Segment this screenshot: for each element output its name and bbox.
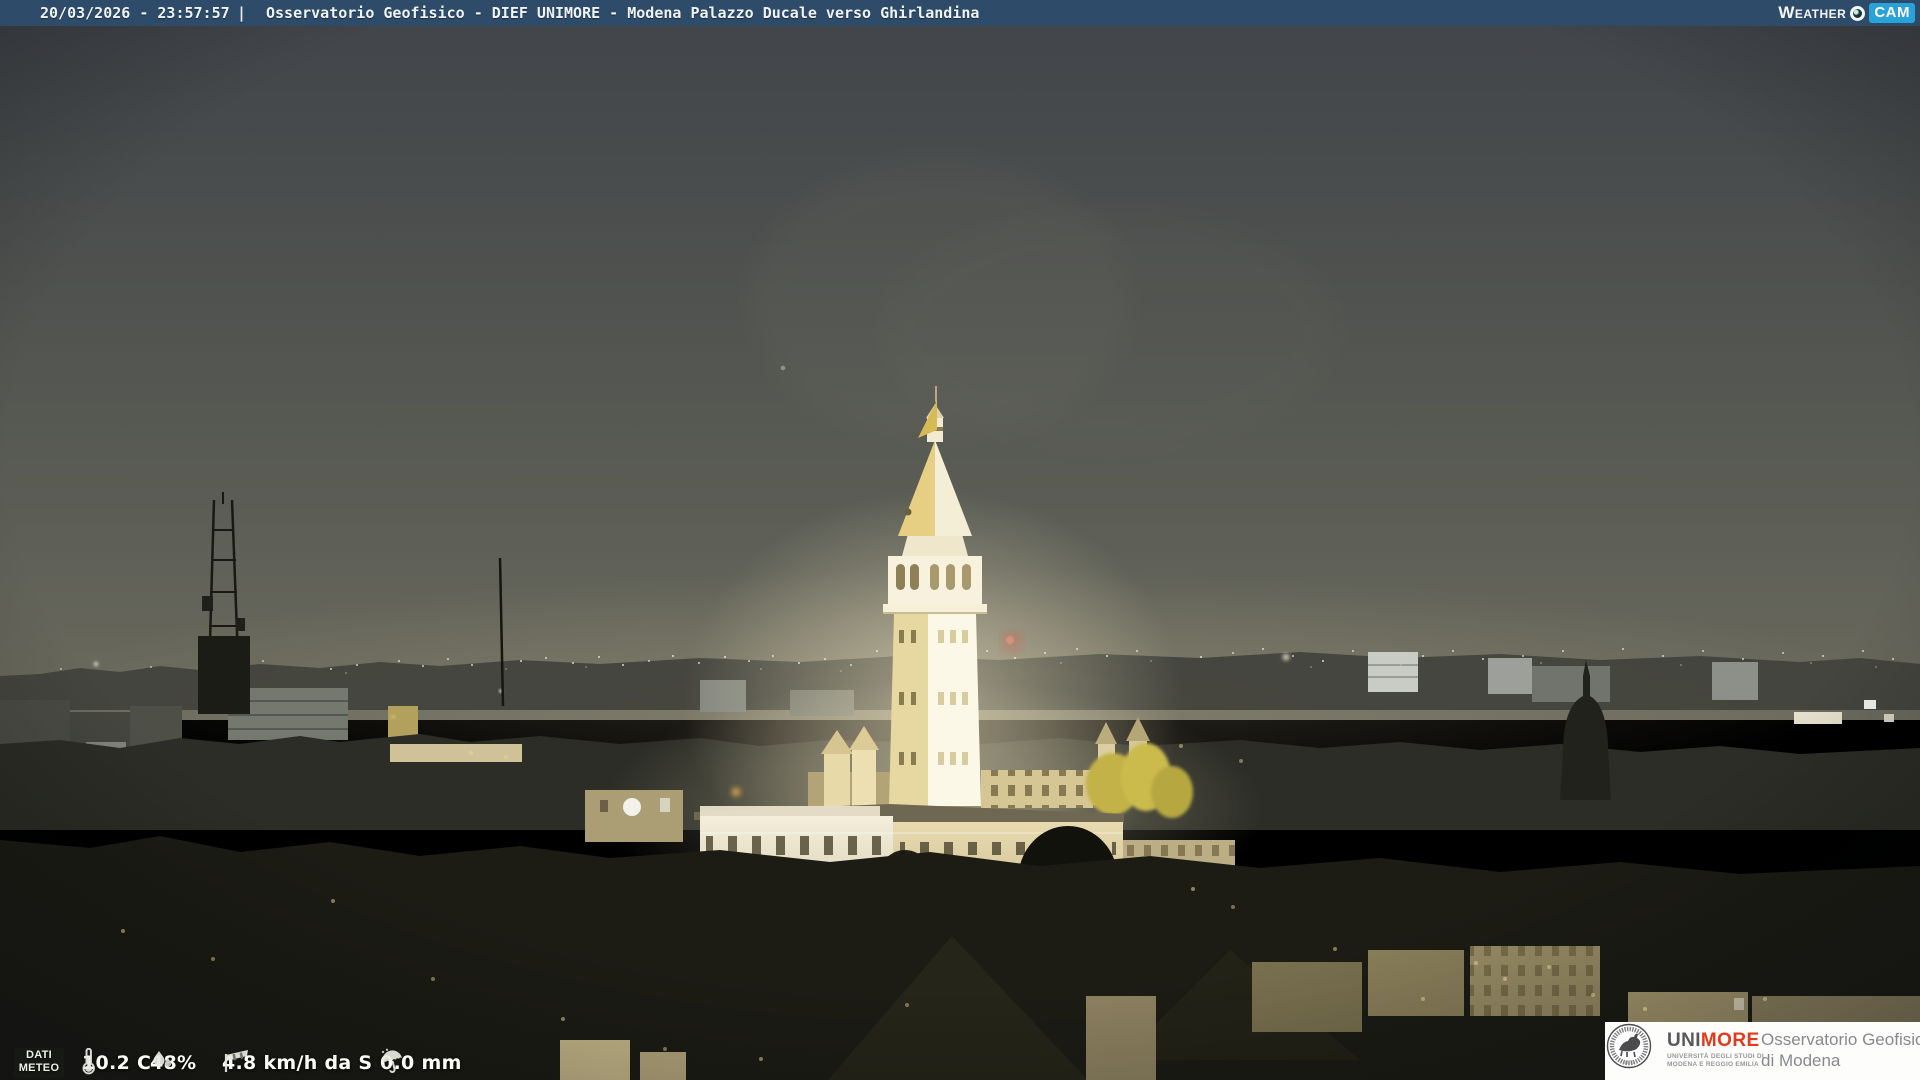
camera-title: Osservatorio Geofisico - DIEF UNIMORE - … [266, 4, 980, 22]
header-separator: | [237, 4, 247, 22]
unimore-uni: UNI [1667, 1030, 1701, 1051]
humidity-reading: 48% [150, 1048, 196, 1078]
wind-icon [224, 1050, 248, 1072]
dati-label-line1: DATI [25, 1049, 53, 1061]
unimore-seal-icon: 1175 [1606, 1023, 1652, 1069]
university-subtitle: UNIVERSITÀ DEGLI STUDI DI MODENA E REGGI… [1667, 1053, 1764, 1069]
dati-label-line2: METEO [18, 1062, 60, 1074]
dati-meteo-label: DATI METEO [14, 1048, 64, 1078]
unimore-wordmark: UNIMORE [1667, 1030, 1760, 1052]
observatory-name-line2: di Modena [1761, 1051, 1841, 1070]
seal-year: 1175 [1624, 1060, 1634, 1065]
observatory-name: Osservatorio Geofisico di Modena [1761, 1029, 1920, 1071]
university-subtitle-line2: MODENA E REGGIO EMILIA [1667, 1061, 1759, 1068]
thermometer-icon [82, 1048, 95, 1075]
camera-lens-icon [1850, 5, 1866, 21]
unimore-more: MORE [1700, 1030, 1760, 1051]
university-subtitle-line1: UNIVERSITÀ DEGLI STUDI DI [1667, 1053, 1764, 1060]
weathercam-cam-badge: CAM [1869, 3, 1915, 23]
weathercam-watermark: Weather CAM [1778, 2, 1915, 24]
wind-reading: 4.8 km/h da S [222, 1048, 372, 1078]
humidity-icon [153, 1051, 172, 1067]
unimore-logo-box: 1175 UNIMORE UNIVERSITÀ DEGLI STUDI DI M… [1605, 1022, 1920, 1080]
webcam-frame: 20/03/2026 - 23:57:57 | Osservatorio Geo… [0, 0, 1920, 1080]
rain-reading: 0.0 mm [380, 1048, 462, 1078]
observatory-name-line1: Osservatorio Geofisico [1761, 1030, 1920, 1049]
foreground-scene [0, 0, 1920, 1080]
osd-header-bar: 20/03/2026 - 23:57:57 | Osservatorio Geo… [0, 0, 1920, 26]
temperature-reading: 10.2 C [82, 1048, 151, 1078]
vignette [0, 0, 1920, 1080]
rain-icon [381, 1048, 403, 1073]
timestamp: 20/03/2026 - 23:57:57 [40, 4, 230, 22]
weathercam-weather-label: Weather [1778, 3, 1847, 22]
